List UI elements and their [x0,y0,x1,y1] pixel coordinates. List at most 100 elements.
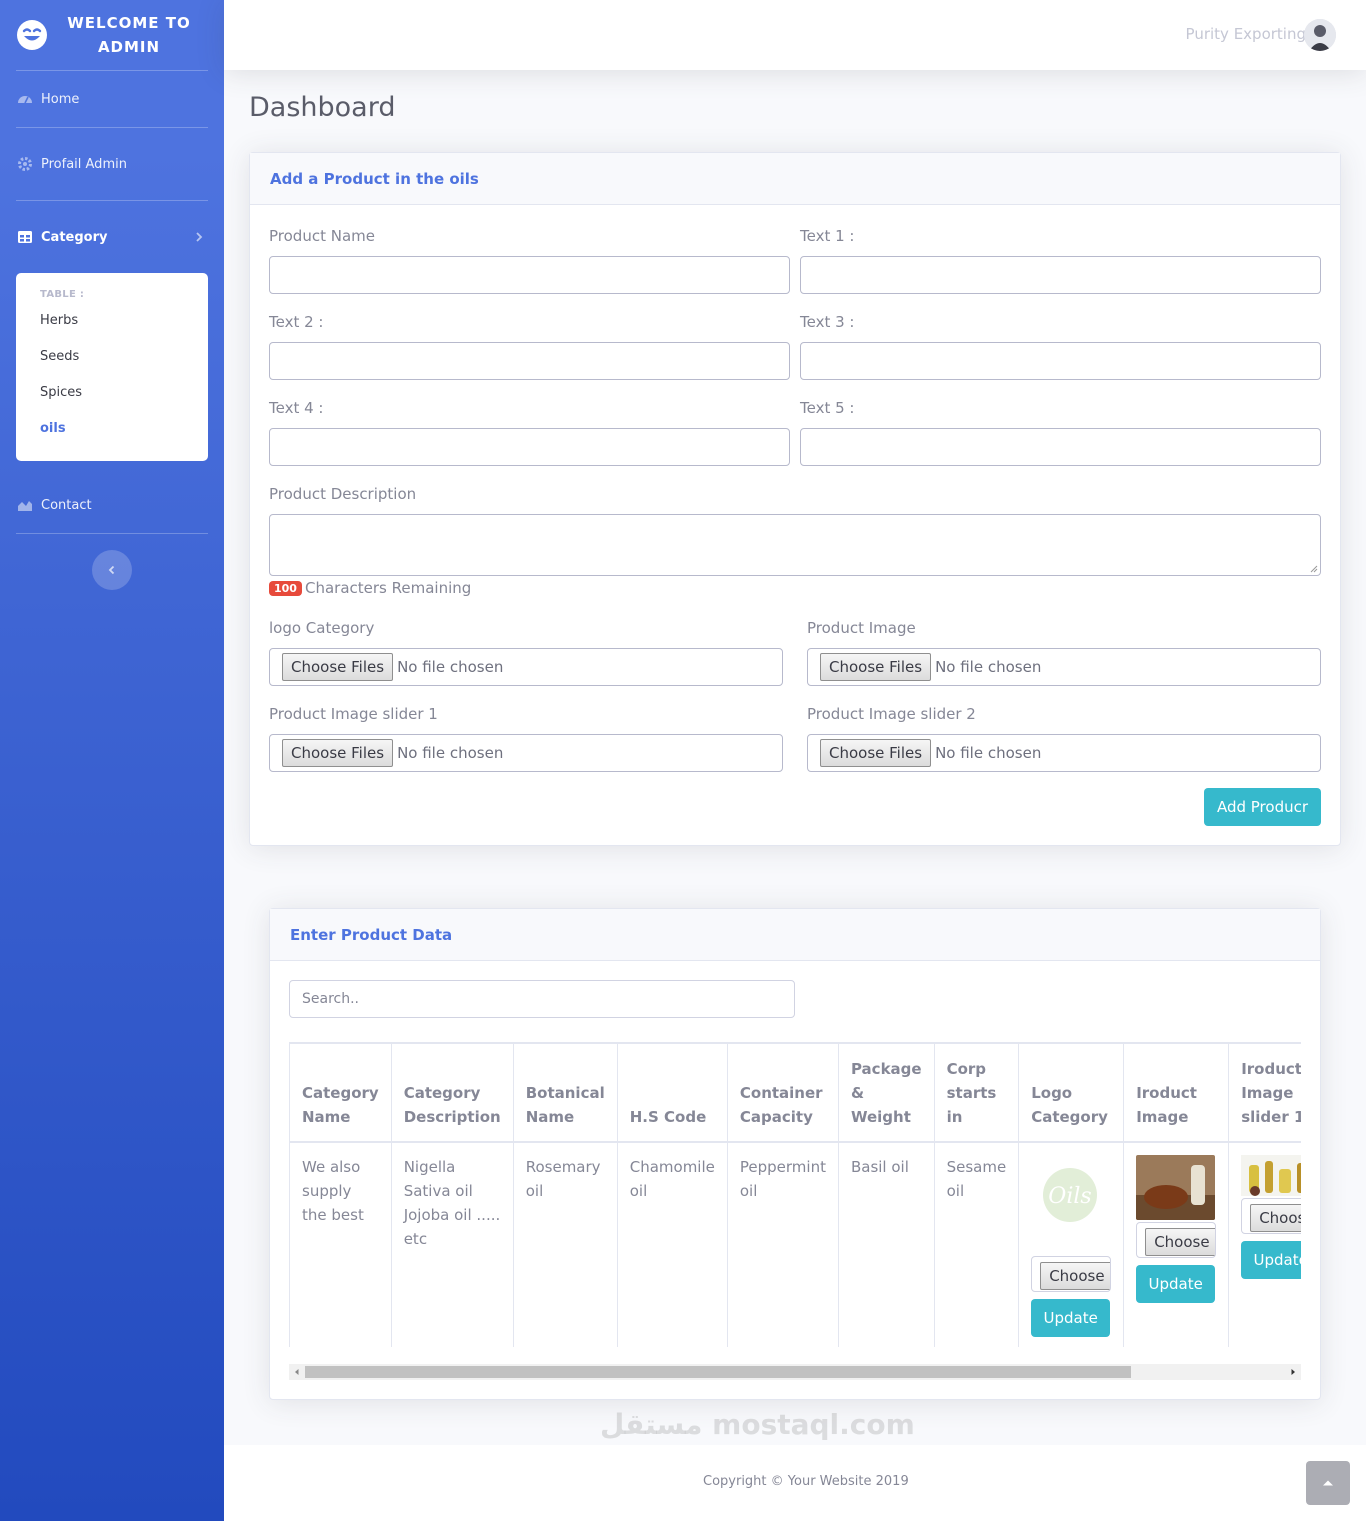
product-name-label: Product Name [269,227,375,245]
avatar[interactable] [1304,19,1336,51]
text2-label: Text 2 : [269,313,324,331]
choose-files-button[interactable]: Choose Files [820,653,932,681]
add-product-button[interactable]: Add Producr [1204,788,1321,826]
scroll-left-icon[interactable] [293,1368,301,1376]
product-image-file-input[interactable]: Choose Files No file chosen [807,648,1321,686]
submenu-header: TABLE : [40,289,85,300]
choose-files-button[interactable]: Choose Files [820,739,932,767]
sidebar-item-label: Category [41,229,108,245]
text2-input[interactable] [269,342,790,380]
logo-category-cell: Oils Choose Update [1018,1141,1125,1347]
table-horizontal-scrollbar[interactable] [289,1364,1301,1380]
chars-remaining-label: Characters Remaining [305,579,472,597]
product-image-label: Product Image [807,619,916,637]
slider1-cell: Choose Update [1228,1141,1301,1347]
cog-icon [18,157,32,171]
choose-files-button[interactable]: Choose Files [282,653,394,681]
sidebar-item-label: Profail Admin [41,156,127,172]
product-image-cell: Choose Update [1123,1141,1230,1347]
file-status: No file chosen [935,744,1042,762]
choose-button[interactable]: Choose [1250,1203,1301,1232]
table-cell: Rosemary oil [512,1141,618,1347]
scroll-to-top-button[interactable] [1306,1461,1350,1505]
sidebar-toggle-button[interactable] [92,550,132,590]
user-name[interactable]: Purity Exporting [1186,25,1306,43]
search-input[interactable]: Search.. [289,980,795,1018]
caret-up-icon [1323,1480,1333,1486]
category-submenu: TABLE : Herbs Seeds Spices oils [16,273,208,461]
sidebar-brand[interactable]: WELCOME TO ADMIN [0,0,224,70]
text3-input[interactable] [800,342,1321,380]
file-status: No file chosen [935,658,1042,676]
card-title: Enter Product Data [270,909,1320,961]
sidebar-item-category[interactable]: Category [0,201,224,273]
scroll-right-icon[interactable] [1289,1368,1297,1376]
update-image-button[interactable]: Update [1136,1264,1216,1303]
resize-grip-icon[interactable] [1310,565,1318,573]
text3-label: Text 3 : [800,313,855,331]
chart-area-icon [18,501,32,511]
slider2-label: Product Image slider 2 [807,705,976,723]
table-header[interactable]: Category Name [289,1043,392,1143]
table-cell: Basil oil [837,1141,935,1347]
table-header[interactable]: Logo Category [1018,1043,1125,1143]
submenu-item-herbs[interactable]: Herbs [16,303,208,339]
text5-input[interactable] [800,428,1321,466]
sidebar: WELCOME TO ADMIN Home Profail Admin Cate… [0,0,224,1521]
table-header[interactable]: H.S Code [616,1043,728,1143]
scrollbar-thumb[interactable] [305,1366,1131,1378]
sidebar-item-label: Contact [41,497,92,513]
choose-button[interactable]: Choose [1145,1227,1216,1256]
sidebar-item-profile[interactable]: Profail Admin [0,128,224,200]
table-header[interactable]: Container Capacity [726,1043,839,1143]
table-row: We also supply the best Nigella Sativa o… [289,1141,1301,1347]
logo-file-input[interactable]: Choose [1031,1255,1112,1292]
slider1-file-input[interactable]: Choose Files No file chosen [269,734,783,772]
slider1-file-input[interactable]: Choose [1241,1197,1301,1234]
text4-input[interactable] [269,428,790,466]
tachometer-icon [18,96,32,104]
table-header[interactable]: Iroduct Image slider 1 [1228,1043,1301,1143]
update-logo-button[interactable]: Update [1031,1298,1111,1337]
user-avatar-icon [1304,19,1336,51]
oils-logo-image: Oils [1031,1164,1111,1230]
table-cell: Nigella Sativa oil Jojoba oil ..... etc [390,1141,514,1347]
text1-input[interactable] [800,256,1321,294]
submenu-item-oils[interactable]: oils [16,411,208,447]
table-header[interactable]: Package & Weight [837,1043,935,1143]
file-status: No file chosen [397,658,504,676]
topbar: Purity Exporting [224,0,1366,70]
sidebar-item-contact[interactable]: Contact [0,477,224,533]
table-header[interactable]: Corp starts in [933,1043,1020,1143]
sidebar-item-home[interactable]: Home [0,71,224,127]
slider1-thumbnail [1241,1154,1301,1196]
chars-remaining-badge: 100 [269,581,302,596]
brand-text: WELCOME TO ADMIN [67,14,191,56]
table-cell: Peppermint oil [726,1141,839,1347]
sidebar-divider [16,533,208,534]
table-cell: Chamomile oil [616,1141,728,1347]
table-header[interactable]: Category Description [390,1043,514,1143]
submenu-item-seeds[interactable]: Seeds [16,339,208,375]
image-file-input[interactable]: Choose [1136,1221,1217,1258]
slider2-file-input[interactable]: Choose Files No file chosen [807,734,1321,772]
submenu-item-spices[interactable]: Spices [16,375,208,411]
table-icon [18,231,32,243]
text4-label: Text 4 : [269,399,324,417]
choose-files-button[interactable]: Choose Files [282,739,394,767]
choose-button[interactable]: Choose [1040,1261,1111,1290]
table-cell: Sesame oil [933,1141,1020,1347]
logo-category-label: logo Category [269,619,375,637]
product-table-wrapper: Category Name Category Description Botan… [289,1042,1301,1347]
description-textarea[interactable] [269,514,1321,576]
chevron-right-icon [196,232,203,242]
text1-label: Text 1 : [800,227,855,245]
table-header[interactable]: Botanical Name [512,1043,618,1143]
logo-category-file-input[interactable]: Choose Files No file chosen [269,648,783,686]
table-header[interactable]: Iroduct Image [1123,1043,1230,1143]
watermark: مستقل mostaql.com [600,1408,915,1441]
update-slider1-button[interactable]: Update [1241,1240,1301,1279]
product-table: Category Name Category Description Botan… [289,1043,1301,1347]
product-name-input[interactable] [269,256,790,294]
table-header-row: Category Name Category Description Botan… [289,1043,1301,1143]
